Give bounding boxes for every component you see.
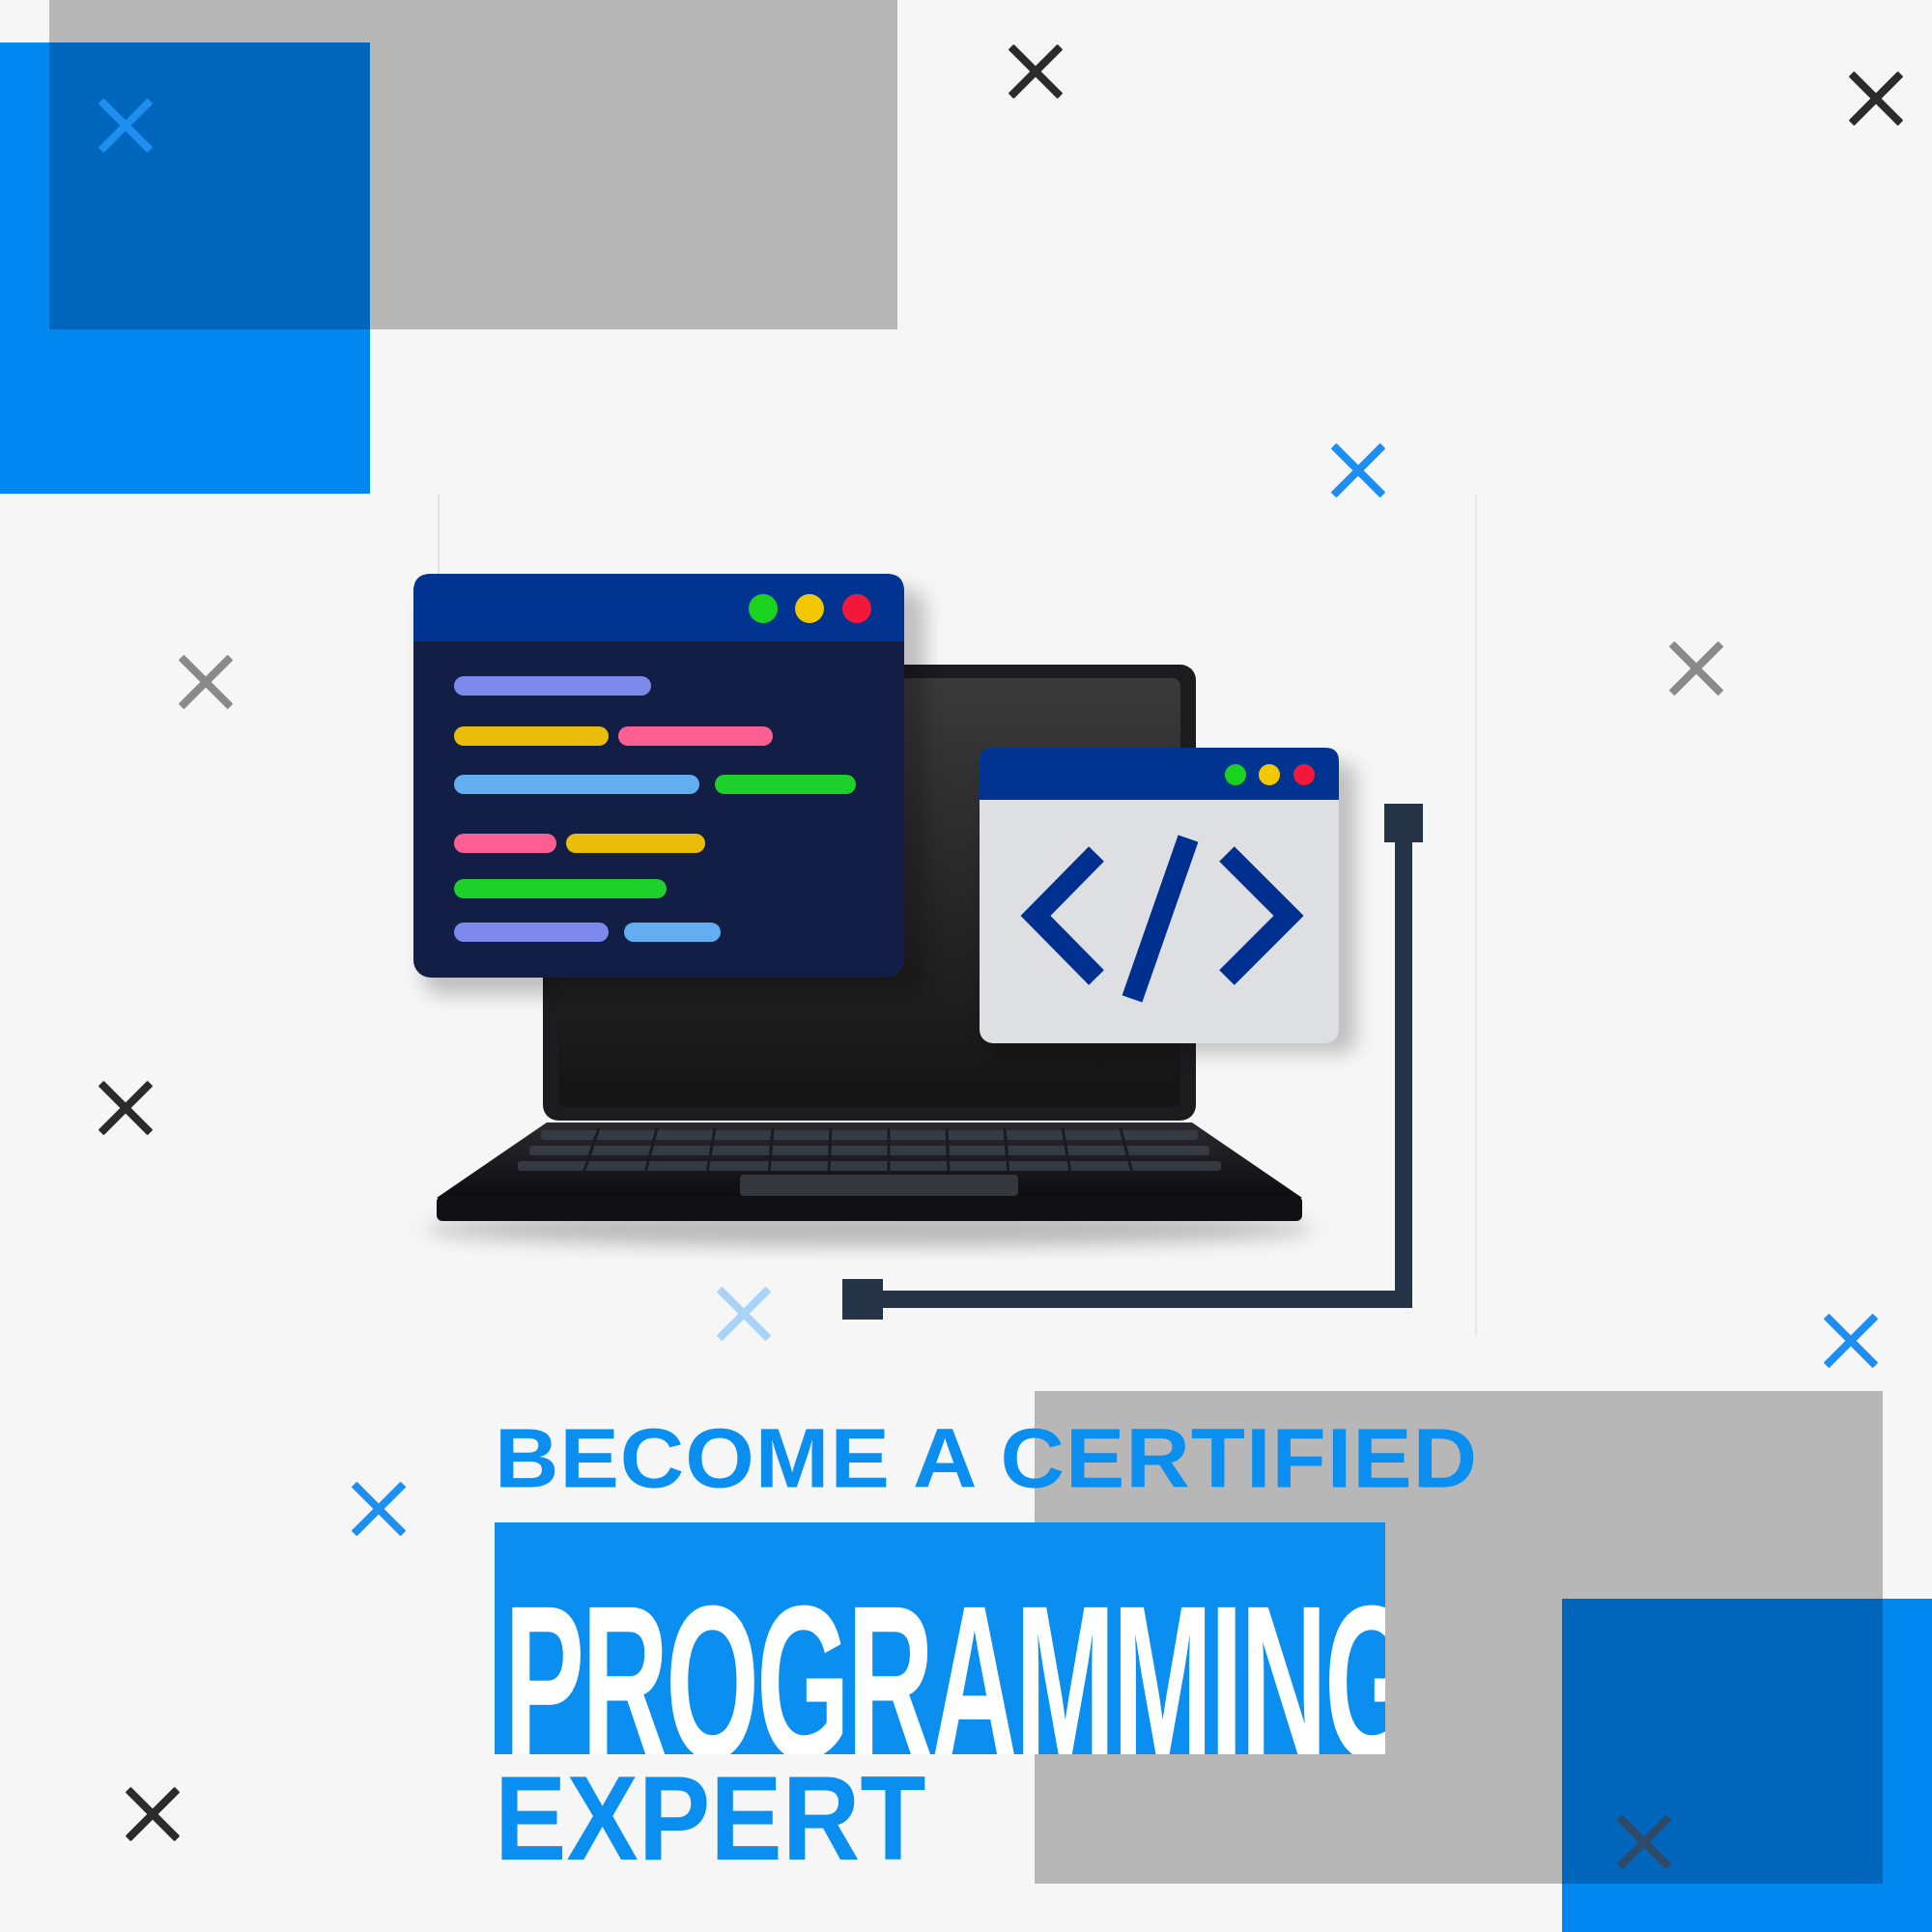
code-window [413,574,925,995]
window-dot-green [749,594,778,623]
window-dot-yellow [795,594,824,623]
headline-line-2: PROGRAMMING [504,1560,1385,1754]
headline-line-1: BECOME A CERTIFIED [495,1411,1479,1506]
code-tag-window [980,748,1356,1053]
window-dot-red [842,594,871,623]
headline-line-3: EXPERT [495,1752,926,1886]
window-dot-red [1293,764,1315,785]
window-dot-yellow [1259,764,1280,785]
window-dot-green [1225,764,1246,785]
headline-highlight-box: PROGRAMMING [495,1522,1385,1754]
